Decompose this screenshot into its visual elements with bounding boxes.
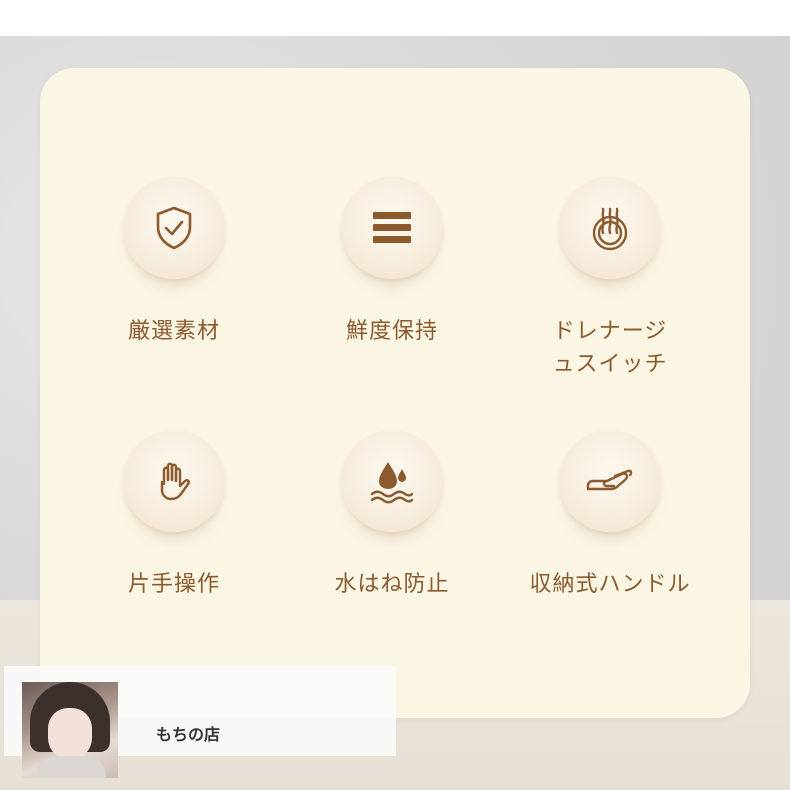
avatar-body [36, 756, 106, 778]
feature-icon-circle [123, 177, 225, 279]
steam-switch-icon [592, 207, 628, 251]
feature-item-quality-materials: 厳選素材 [74, 177, 274, 348]
feature-item-splash-guard: 水はね防止 [292, 430, 492, 601]
feature-item-one-hand: 片手操作 [74, 430, 274, 601]
feature-icon-circle [341, 430, 443, 532]
feature-icon-circle [341, 177, 443, 279]
feature-icon-circle [559, 177, 661, 279]
feature-item-foldable-handle: 収納式ハンドル [510, 430, 710, 601]
shop-badge[interactable]: もちの店 [4, 666, 396, 778]
feature-label: 水はね防止 [334, 572, 450, 597]
feature-item-drainage-switch: ドレナージ ュスイッチ [510, 177, 710, 381]
feature-label: 収納式ハンドル [529, 572, 691, 597]
layers-icon [373, 212, 411, 243]
feature-label: 片手操作 [127, 572, 220, 597]
feature-label: ドレナージ ュスイッチ [552, 319, 668, 377]
feature-card [40, 68, 750, 718]
feature-icon-circle [559, 430, 661, 532]
avatar-face [48, 708, 92, 760]
hand-icon [160, 462, 190, 501]
feature-icon-circle [123, 430, 225, 532]
shop-avatar [22, 682, 118, 778]
shop-name[interactable]: もちの店 [156, 721, 220, 745]
feature-item-freshness: 鮮度保持 [292, 177, 492, 348]
feature-label: 鮮度保持 [345, 319, 438, 344]
water-drop-icon [370, 462, 414, 504]
feature-label: 厳選素材 [127, 319, 220, 344]
handle-icon [586, 469, 633, 491]
shield-check-icon [156, 206, 192, 250]
